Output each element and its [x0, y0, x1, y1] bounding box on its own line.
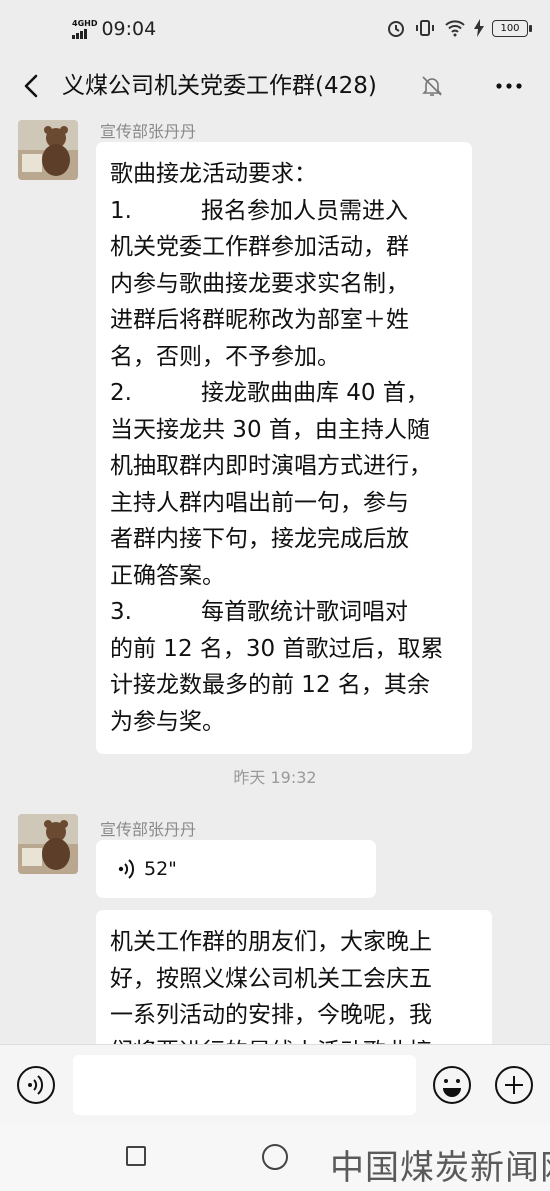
vibrate-icon — [416, 20, 434, 36]
message-input[interactable] — [73, 1055, 416, 1115]
battery-icon: 100 — [492, 19, 532, 37]
message-line: 的前 12 名，30 首歌过后，取累 — [110, 635, 444, 662]
mute-bell-icon — [422, 76, 442, 96]
plus-icon[interactable] — [494, 1065, 534, 1105]
message-line: 为参与奖。 — [110, 708, 225, 735]
timestamp: 昨天 19:32 — [233, 768, 317, 787]
chat-title: 义煤公司机关党委工作群(428) — [62, 73, 377, 99]
recents-icon[interactable] — [126, 1146, 146, 1166]
message-bubble[interactable]: 机关工作群的朋友们，大家晚上 好，按照义煤公司机关工会庆五 一系列活动的安排，今… — [96, 910, 492, 1044]
message-line: 内参与歌曲接龙要求实名制， — [110, 270, 409, 297]
alarm-icon — [388, 21, 404, 37]
message-bubble[interactable]: 歌曲接龙活动要求： 1. 报名参加人员需进入 机关党委工作群参加活动，群 内参与… — [96, 142, 472, 754]
message-line: 主持人群内唱出前一句，参与 — [110, 489, 409, 516]
sender-name: 宣传部张丹丹 — [100, 122, 197, 141]
home-icon[interactable] — [262, 1144, 288, 1170]
message-line: 歌曲接龙活动要求： — [110, 161, 317, 187]
message-line: 3. 每首歌统计歌词唱对 — [110, 599, 408, 625]
signal-icon: 4GHD — [72, 19, 97, 39]
message-line: 计接龙数最多的前 12 名，其余 — [110, 672, 430, 698]
message-line: 们将要进行的是线上活动歌曲接 — [110, 1034, 478, 1045]
message-line: 机关工作群的朋友们，大家晚上 — [110, 929, 432, 955]
message-line: 1. 报名参加人员需进入 — [110, 197, 408, 224]
avatar[interactable] — [18, 120, 78, 180]
message-line: 进群后将群昵称改为部室＋姓 — [110, 307, 409, 333]
voice-input-icon[interactable] — [16, 1065, 56, 1105]
message-line: 机关党委工作群参加活动，群 — [110, 234, 409, 260]
message-line: 一系列活动的安排，今晚呢，我 — [110, 1002, 432, 1028]
watermark: 中国煤炭新闻网 — [330, 1148, 550, 1188]
chat-header: 义煤公司机关党委工作群(428) — [0, 58, 550, 114]
message-line: 机抽取群内即时演唱方式进行， — [110, 453, 432, 479]
battery-level: 100 — [500, 22, 520, 34]
voice-duration: 52" — [144, 858, 177, 880]
voice-message-bubble[interactable]: 52" — [96, 840, 376, 898]
status-bar: 4GHD 09:04 100 — [0, 0, 550, 58]
chat-area[interactable]: 宣传部张丹丹 歌曲接龙活动要求： 1. 报名参加人员需进入 机关党委工作群参加活… — [0, 114, 550, 1044]
message-line: 正确答案。 — [110, 562, 225, 589]
message-line: 者群内接下句，接龙完成后放 — [110, 526, 409, 552]
message-line: 名，否则，不予参加。 — [110, 343, 340, 370]
more-icon[interactable] — [494, 74, 524, 98]
wifi-icon — [445, 20, 465, 37]
system-nav-bar: 中国煤炭新闻网 — [0, 1124, 550, 1191]
emoji-icon[interactable] — [432, 1065, 472, 1105]
voice-wave-icon — [118, 859, 135, 879]
input-bar — [0, 1044, 550, 1125]
back-icon[interactable] — [18, 70, 46, 102]
message-line: 当天接龙共 30 首，由主持人随 — [110, 416, 430, 443]
message-text: 歌曲接龙活动要求： 1. 报名参加人员需进入 机关党委工作群参加活动，群 内参与… — [96, 142, 472, 754]
message-line: 2. 接龙歌曲曲库 40 首， — [110, 380, 429, 406]
charging-icon — [474, 19, 484, 37]
message-text: 机关工作群的朋友们，大家晚上 好，按照义煤公司机关工会庆五 一系列活动的安排，今… — [96, 910, 492, 1044]
status-time: 09:04 — [101, 18, 157, 40]
avatar[interactable] — [18, 814, 78, 874]
sender-name: 宣传部张丹丹 — [100, 820, 197, 839]
message-line: 好，按照义煤公司机关工会庆五 — [110, 965, 432, 992]
